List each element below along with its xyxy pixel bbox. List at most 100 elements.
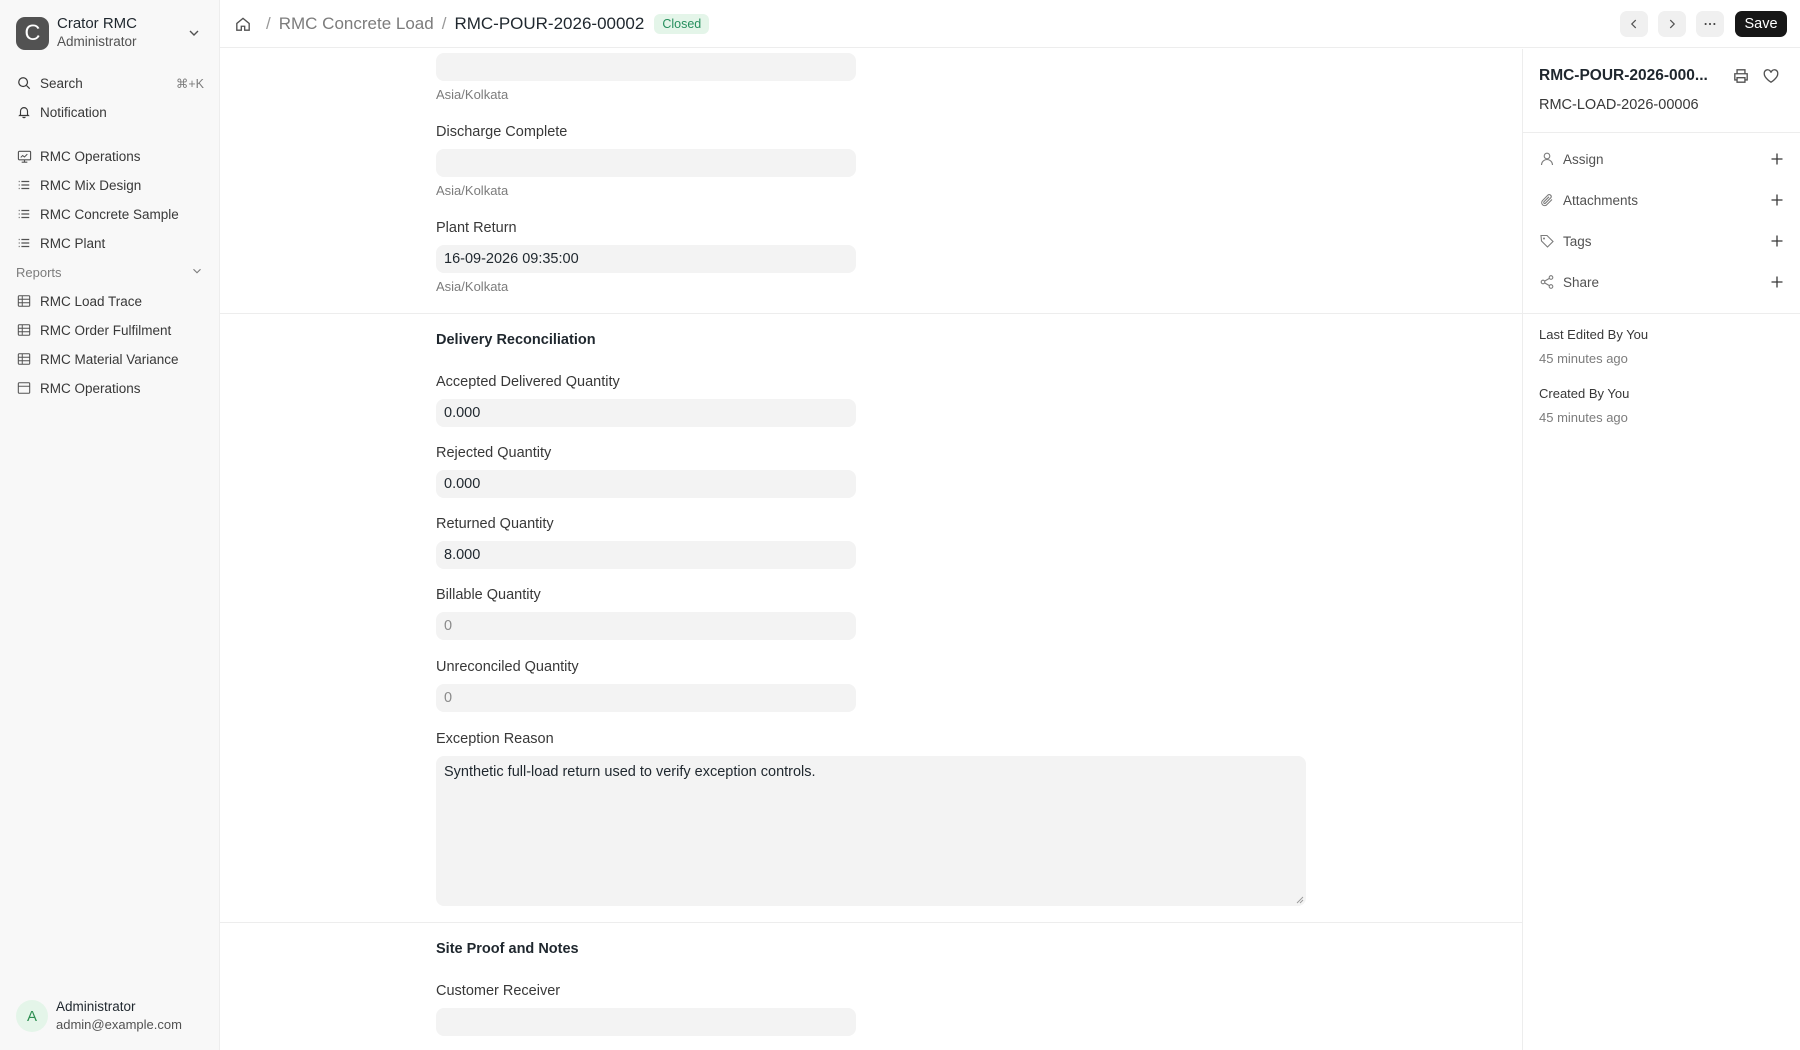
customer-receiver-field[interactable] bbox=[436, 1008, 856, 1036]
table-icon bbox=[16, 351, 32, 367]
document-sidebar: RMC-POUR-2026-000... RMC-LOAD-2026-00006… bbox=[1522, 49, 1800, 1050]
tag-icon bbox=[1540, 234, 1554, 248]
bell-icon bbox=[16, 104, 32, 120]
reports-label: Reports bbox=[16, 264, 62, 280]
list-icon bbox=[16, 206, 32, 222]
sidebar-item-rmc-plant[interactable]: RMC Plant bbox=[16, 231, 204, 255]
plus-icon[interactable] bbox=[1769, 151, 1785, 167]
sidebar-item-rmc-material-variance[interactable]: RMC Material Variance bbox=[16, 347, 204, 371]
sidebar-item-rmc-order-fulfilment[interactable]: RMC Order Fulfilment bbox=[16, 318, 204, 342]
sidebar-item-label: RMC Material Variance bbox=[40, 351, 179, 367]
home-icon[interactable] bbox=[234, 15, 252, 33]
dashboard-icon bbox=[16, 380, 32, 396]
more-actions-button[interactable] bbox=[1696, 11, 1724, 37]
reports-section-toggle[interactable]: Reports bbox=[16, 262, 204, 282]
workspace-role: Administrator bbox=[57, 34, 137, 49]
billable-quantity-label: Billable Quantity bbox=[436, 587, 541, 603]
sidebar-item-rmc-concrete-sample[interactable]: RMC Concrete Sample bbox=[16, 202, 204, 226]
chevron-down-icon bbox=[189, 30, 199, 36]
tags-row[interactable]: Tags bbox=[1539, 229, 1785, 253]
sidebar-item-label: RMC Operations bbox=[40, 148, 141, 164]
plus-icon[interactable] bbox=[1769, 192, 1785, 208]
workspace-name: Crator RMC bbox=[57, 15, 138, 32]
sidebar-item-rmc-load-trace[interactable]: RMC Load Trace bbox=[16, 289, 204, 313]
heart-icon[interactable] bbox=[1762, 67, 1780, 85]
list-icon bbox=[16, 235, 32, 251]
share-icon bbox=[1540, 275, 1554, 289]
table-icon bbox=[16, 293, 32, 309]
sidebar-item-rmc-mix-design[interactable]: RMC Mix Design bbox=[16, 173, 204, 197]
user-name: Administrator bbox=[56, 999, 136, 1014]
avatar: A bbox=[16, 1000, 48, 1032]
print-icon[interactable] bbox=[1732, 67, 1750, 85]
accepted-quantity-label: Accepted Delivered Quantity bbox=[436, 374, 620, 390]
workspace-logo: C bbox=[16, 16, 49, 50]
last-edited-info: Last Edited By You 45 minutes ago bbox=[1539, 326, 1648, 368]
resize-handle-icon[interactable] bbox=[1296, 896, 1304, 904]
user-icon bbox=[1540, 152, 1554, 166]
document-title: RMC-POUR-2026-000... bbox=[1539, 67, 1708, 84]
monitor-icon bbox=[16, 148, 32, 164]
document-subtitle: RMC-LOAD-2026-00006 bbox=[1539, 97, 1699, 113]
discharge-complete-field[interactable] bbox=[436, 149, 856, 177]
last-edited-time: 45 minutes ago bbox=[1539, 351, 1628, 366]
search-label: Search bbox=[40, 75, 83, 91]
breadcrumb-parent[interactable]: RMC Concrete Load bbox=[279, 14, 434, 34]
datetime-field[interactable] bbox=[436, 53, 856, 81]
save-button[interactable]: Save bbox=[1735, 11, 1787, 37]
app-root: C Crator RMC Administrator Search ⌘+K No… bbox=[0, 0, 1800, 1050]
assign-label: Assign bbox=[1563, 151, 1604, 167]
notification-button[interactable]: Notification bbox=[16, 100, 204, 124]
more-horizontal-icon bbox=[1704, 22, 1716, 26]
customer-receiver-label: Customer Receiver bbox=[436, 983, 561, 999]
returned-quantity-field[interactable]: 8.000 bbox=[436, 541, 856, 569]
attachments-row[interactable]: Attachments bbox=[1539, 188, 1785, 212]
workspace-switcher[interactable]: C Crator RMC Administrator bbox=[16, 15, 204, 51]
accepted-quantity-field[interactable]: 0.000 bbox=[436, 399, 856, 427]
sidebar-item-rmc-operations[interactable]: RMC Operations bbox=[16, 144, 204, 168]
panel-divider bbox=[1523, 313, 1800, 314]
unreconciled-quantity-field: 0 bbox=[436, 684, 856, 712]
discharge-complete-label: Discharge Complete bbox=[436, 124, 568, 140]
assign-row[interactable]: Assign bbox=[1539, 147, 1785, 171]
timezone-hint: Asia/Kolkata bbox=[436, 87, 509, 102]
created-label: Created By You bbox=[1539, 386, 1630, 401]
breadcrumb: / RMC Concrete Load / RMC-POUR-2026-0000… bbox=[234, 0, 710, 48]
share-row[interactable]: Share bbox=[1539, 270, 1785, 294]
table-icon bbox=[16, 322, 32, 338]
attachments-label: Attachments bbox=[1563, 192, 1639, 208]
sidebar-item-label: RMC Mix Design bbox=[40, 177, 142, 193]
billable-quantity-field: 0 bbox=[436, 612, 856, 640]
chevron-down-icon bbox=[193, 268, 201, 274]
breadcrumb-separator: / bbox=[441, 14, 447, 33]
unreconciled-quantity-label: Unreconciled Quantity bbox=[436, 659, 579, 675]
user-email: admin@example.com bbox=[56, 1017, 182, 1032]
timezone-hint: Asia/Kolkata bbox=[436, 183, 509, 198]
previous-button[interactable] bbox=[1620, 11, 1648, 37]
plus-icon[interactable] bbox=[1769, 233, 1785, 249]
sidebar-item-rmc-operations-dashboard[interactable]: RMC Operations bbox=[16, 376, 204, 400]
exception-reason-label: Exception Reason bbox=[436, 731, 554, 747]
plant-return-field[interactable]: 16-09-2026 09:35:00 bbox=[436, 245, 856, 273]
user-menu[interactable]: A Administrator admin@example.com bbox=[16, 996, 204, 1036]
exception-reason-textarea[interactable]: Synthetic full-load return used to verif… bbox=[436, 756, 1306, 906]
created-info: Created By You 45 minutes ago bbox=[1539, 385, 1629, 427]
list-icon bbox=[16, 177, 32, 193]
search-shortcut: ⌘+K bbox=[175, 76, 204, 91]
sidebar-item-label: RMC Plant bbox=[40, 235, 106, 251]
next-button[interactable] bbox=[1658, 11, 1686, 37]
timezone-hint: Asia/Kolkata bbox=[436, 279, 509, 294]
chevron-left-icon bbox=[1630, 19, 1637, 29]
sidebar-item-label: RMC Load Trace bbox=[40, 293, 143, 309]
sidebar: C Crator RMC Administrator Search ⌘+K No… bbox=[0, 0, 220, 1050]
section-title-delivery-reconciliation: Delivery Reconciliation bbox=[436, 332, 596, 348]
last-edited-label: Last Edited By You bbox=[1539, 327, 1649, 342]
rejected-quantity-field[interactable]: 0.000 bbox=[436, 470, 856, 498]
chevron-right-icon bbox=[1669, 19, 1676, 29]
search-button[interactable]: Search ⌘+K bbox=[16, 71, 204, 95]
search-icon bbox=[16, 75, 32, 91]
top-bar: / RMC Concrete Load / RMC-POUR-2026-0000… bbox=[220, 0, 1800, 48]
plus-icon[interactable] bbox=[1769, 274, 1785, 290]
section-divider bbox=[220, 922, 1522, 923]
section-divider bbox=[220, 313, 1522, 314]
